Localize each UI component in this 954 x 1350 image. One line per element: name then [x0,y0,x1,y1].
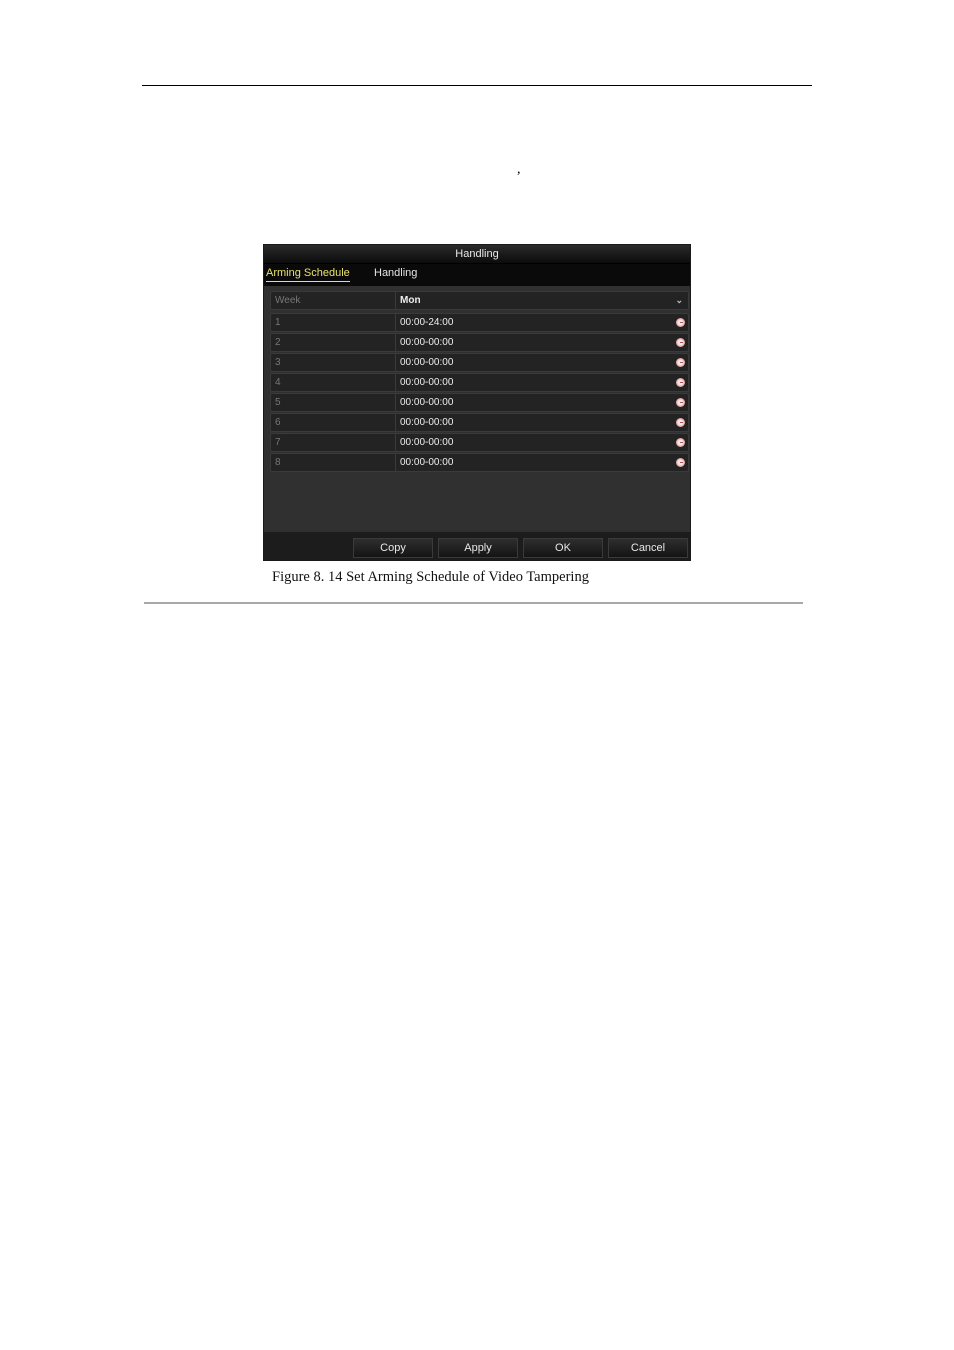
header-rule [142,85,812,86]
tab-arming-schedule[interactable]: Arming Schedule [266,267,350,282]
period-time: 00:00-00:00 [400,337,454,348]
clock-icon[interactable] [676,418,685,427]
period-time: 00:00-00:00 [400,457,454,468]
clock-icon[interactable] [676,438,685,447]
week-value: Mon [400,295,421,306]
period-row: 7 00:00-00:00 [270,433,689,452]
period-time: 00:00-24:00 [400,317,454,328]
period-index: 5 [271,394,396,411]
period-row: 3 00:00-00:00 [270,353,689,372]
ok-button[interactable]: OK [523,538,603,558]
week-row: Week Mon ⌄ [270,291,689,310]
period-time-field[interactable]: 00:00-24:00 [396,314,688,331]
period-time: 00:00-00:00 [400,417,454,428]
period-time-field[interactable]: 00:00-00:00 [396,354,688,371]
period-time-field[interactable]: 00:00-00:00 [396,414,688,431]
clock-icon[interactable] [676,378,685,387]
period-index: 3 [271,354,396,371]
clock-icon[interactable] [676,338,685,347]
tab-handling[interactable]: Handling [374,267,417,281]
period-index: 2 [271,334,396,351]
period-time-field[interactable]: 00:00-00:00 [396,454,688,471]
period-time-field[interactable]: 00:00-00:00 [396,374,688,391]
period-time-field[interactable]: 00:00-00:00 [396,434,688,451]
period-row: 8 00:00-00:00 [270,453,689,472]
period-index: 4 [271,374,396,391]
clock-icon[interactable] [676,358,685,367]
week-select[interactable]: Mon ⌄ [396,292,688,309]
period-time: 00:00-00:00 [400,357,454,368]
period-row: 1 00:00-24:00 [270,313,689,332]
period-index: 6 [271,414,396,431]
schedule-table: Week Mon ⌄ 1 00:00-24:00 2 00:00-00:00 3 00:0… [270,291,689,473]
period-index: 1 [271,314,396,331]
clock-icon[interactable] [676,398,685,407]
copy-button[interactable]: Copy [353,538,433,558]
handling-dialog: Handling Arming Schedule Handling Week M… [263,244,691,561]
apply-button[interactable]: Apply [438,538,518,558]
period-index: 8 [271,454,396,471]
period-row: 5 00:00-00:00 [270,393,689,412]
stray-text: , [517,162,521,177]
period-time-field[interactable]: 00:00-00:00 [396,334,688,351]
period-time: 00:00-00:00 [400,437,454,448]
clock-icon[interactable] [676,318,685,327]
period-row: 2 00:00-00:00 [270,333,689,352]
period-row: 4 00:00-00:00 [270,373,689,392]
period-time: 00:00-00:00 [400,377,454,388]
chevron-down-icon[interactable]: ⌄ [675,292,683,309]
button-bar: Copy Apply OK Cancel [264,532,690,560]
period-row: 6 00:00-00:00 [270,413,689,432]
week-label: Week [271,292,396,309]
footer-rule [144,602,803,604]
dialog-title: Handling [264,245,690,264]
period-time: 00:00-00:00 [400,397,454,408]
figure-caption: Figure 8. 14 Set Arming Schedule of Vide… [272,569,589,585]
cancel-button[interactable]: Cancel [608,538,688,558]
period-index: 7 [271,434,396,451]
tab-bar: Arming Schedule Handling [264,264,690,286]
clock-icon[interactable] [676,458,685,467]
period-time-field[interactable]: 00:00-00:00 [396,394,688,411]
